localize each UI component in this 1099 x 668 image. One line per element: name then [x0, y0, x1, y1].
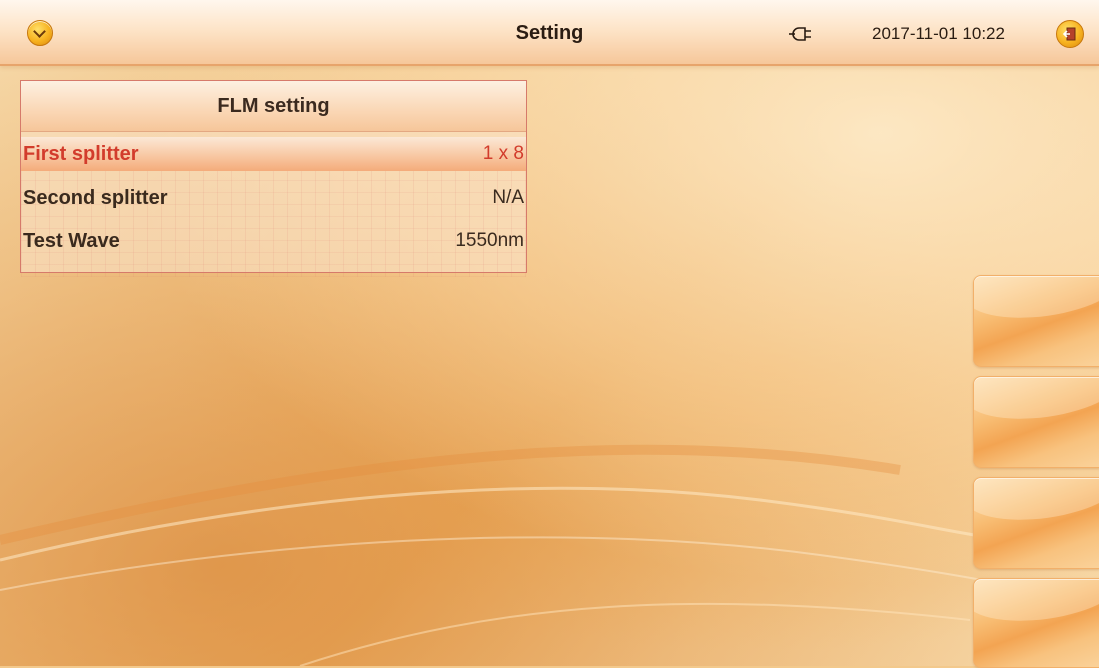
- datetime-display: 2017-11-01 10:22: [872, 24, 1005, 43]
- setting-value: 1 x 8: [482, 143, 524, 164]
- side-button-3[interactable]: [973, 477, 1099, 569]
- side-button-1[interactable]: [973, 275, 1099, 367]
- setting-label: First splitter: [23, 143, 139, 165]
- setting-row-test-wave[interactable]: Test Wave 1550nm: [21, 225, 526, 257]
- side-button-2[interactable]: [973, 376, 1099, 468]
- side-button-4[interactable]: [973, 578, 1099, 668]
- panel-title: FLM setting: [21, 81, 526, 132]
- setting-value: 1550nm: [455, 230, 524, 251]
- exit-door-icon: [1062, 27, 1076, 41]
- settings-list: First splitter 1 x 8 Second splitter N/A…: [21, 137, 526, 277]
- setting-row-second-splitter[interactable]: Second splitter N/A: [21, 182, 526, 214]
- setting-label: Test Wave: [23, 230, 120, 252]
- top-bar: Setting 2017-11-01 10:22: [0, 0, 1099, 66]
- setting-label: Second splitter: [23, 187, 168, 209]
- flm-setting-panel: FLM setting First splitter 1 x 8 Second …: [20, 80, 527, 277]
- plug-icon: [789, 27, 811, 41]
- setting-row-first-splitter[interactable]: First splitter 1 x 8: [21, 137, 526, 171]
- exit-button[interactable]: [1056, 20, 1084, 48]
- setting-value: N/A: [492, 187, 524, 208]
